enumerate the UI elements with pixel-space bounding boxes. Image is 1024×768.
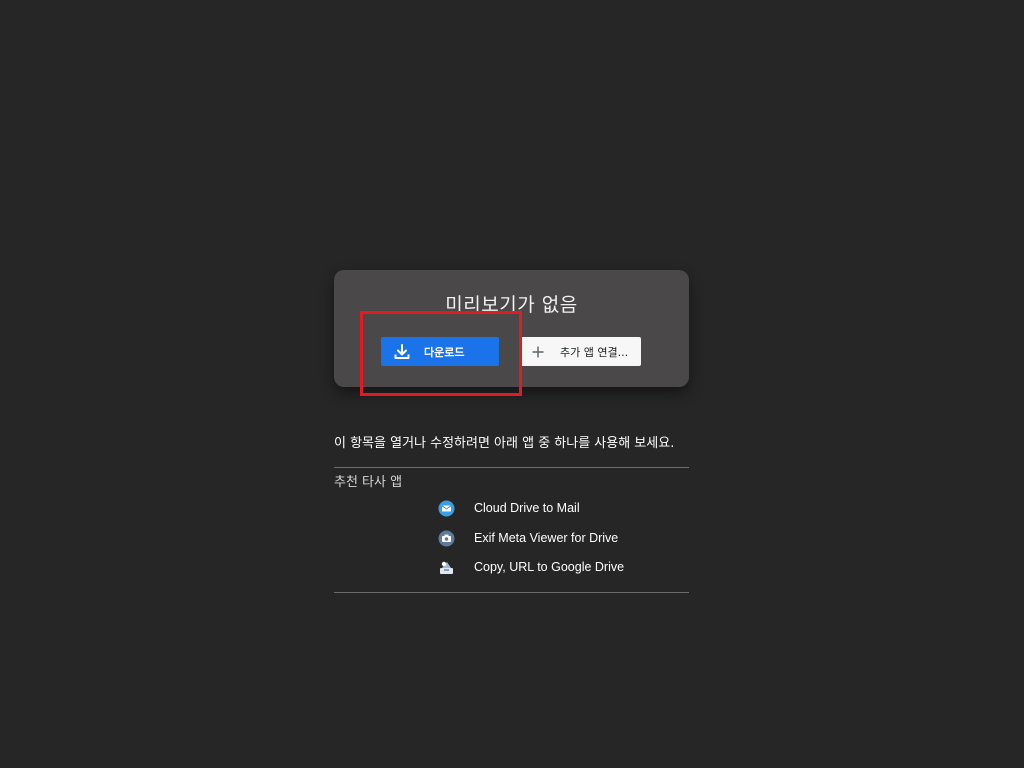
- download-icon: [393, 343, 411, 361]
- app-name: Cloud Drive to Mail: [474, 501, 580, 515]
- app-item-copy-url-to-google-drive[interactable]: Copy, URL to Google Drive: [438, 557, 624, 577]
- suggested-apps-heading: 추천 타사 앱: [334, 475, 403, 490]
- open-with-message: 이 항목을 열거나 수정하려면 아래 앱 중 하나를 사용해 보세요.: [334, 436, 675, 451]
- plus-icon: [531, 345, 545, 359]
- connect-more-apps-label: 추가 앱 연결...: [560, 345, 629, 359]
- download-button[interactable]: 다운로드: [381, 337, 499, 366]
- app-item-cloud-drive-to-mail[interactable]: Cloud Drive to Mail: [438, 498, 580, 518]
- camera-icon: [438, 530, 455, 547]
- app-name: Exif Meta Viewer for Drive: [474, 531, 619, 545]
- cloud-copy-icon: [438, 559, 455, 576]
- download-label: 다운로드: [424, 345, 465, 359]
- app-name: Copy, URL to Google Drive: [474, 560, 625, 574]
- bottom-divider: [334, 592, 689, 593]
- preview-card: 미리보기가 없음 다운로드 추가 앱 연결...: [334, 270, 689, 387]
- top-divider: [334, 467, 689, 468]
- connect-more-apps-button[interactable]: 추가 앱 연결...: [520, 337, 641, 366]
- app-item-exif-meta-viewer[interactable]: Exif Meta Viewer for Drive: [438, 528, 618, 548]
- preview-title: 미리보기가 없음: [445, 294, 578, 316]
- mail-icon: [438, 500, 455, 517]
